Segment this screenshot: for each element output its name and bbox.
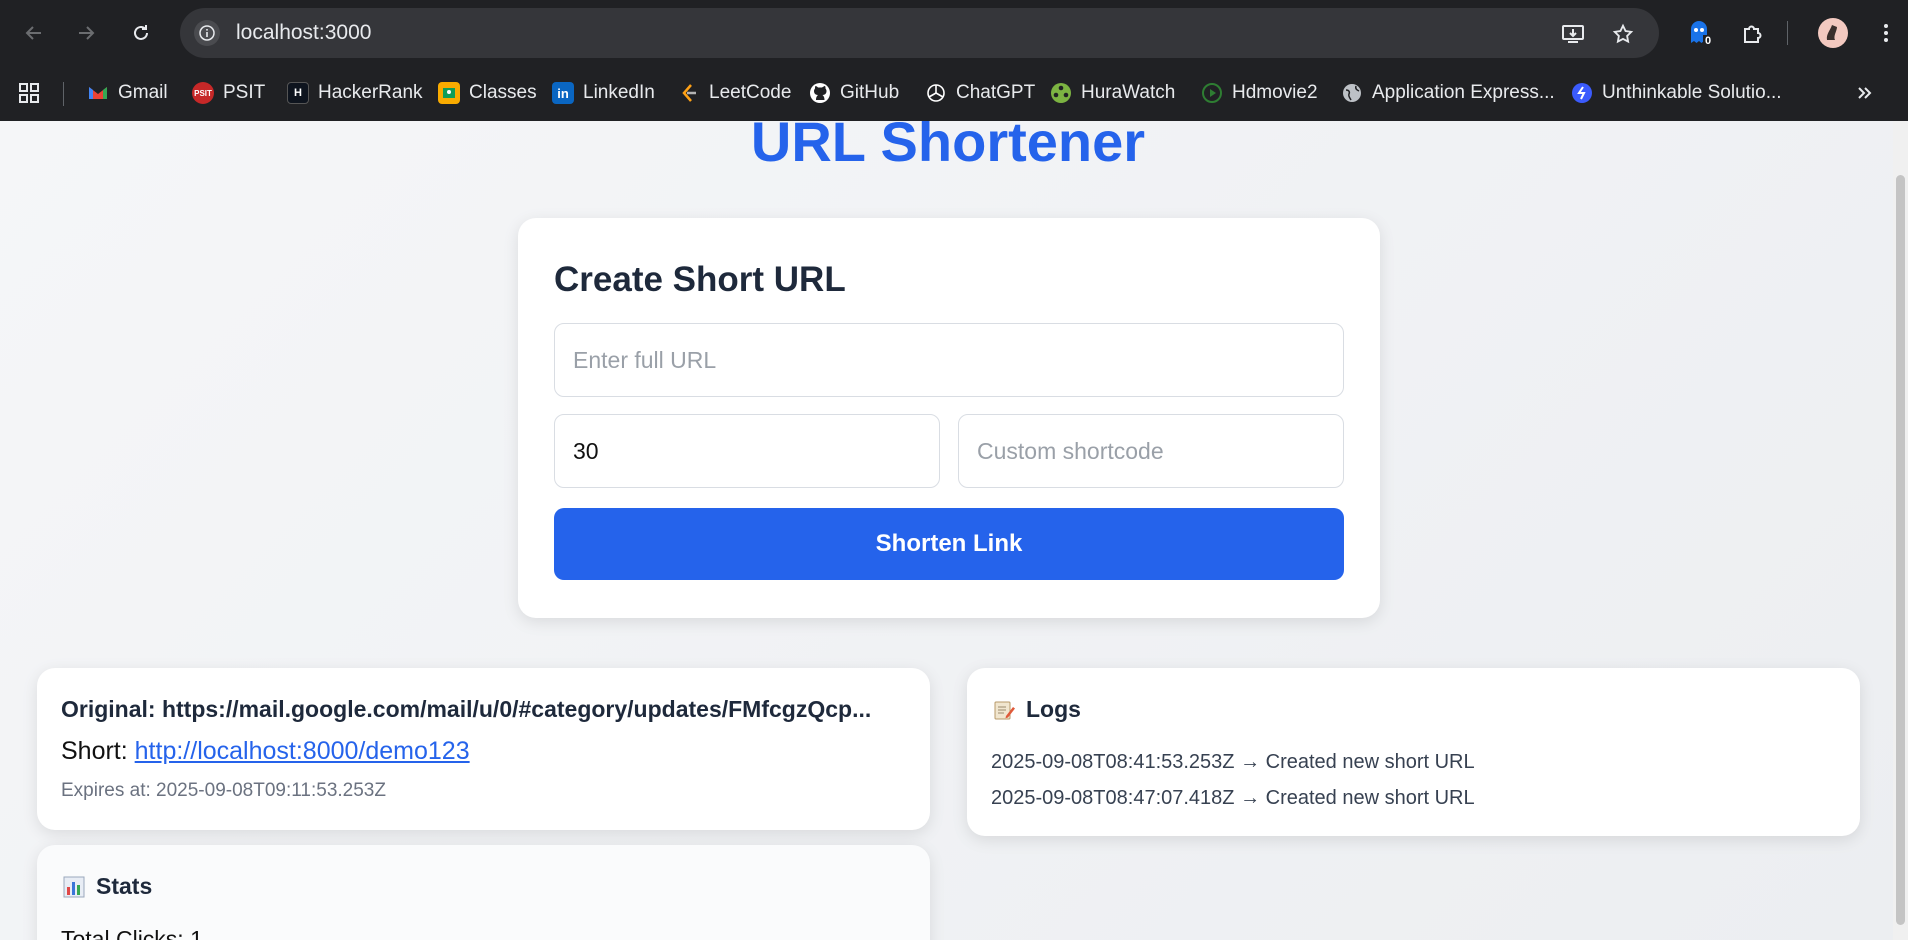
custom-shortcode-input[interactable] [958, 414, 1344, 488]
bookmarks-bar: Gmail PSIT PSIT H HackerRank Classes in … [0, 66, 1908, 121]
bookmark-chatgpt[interactable]: ChatGPT [925, 77, 1035, 109]
hurawatch-icon [1051, 83, 1071, 103]
apps-grid-icon[interactable] [17, 77, 41, 109]
validity-minutes-input[interactable] [554, 414, 940, 488]
log-entry: 2025-09-08T08:41:53.253Z → Created new s… [991, 751, 1475, 773]
hackerrank-icon: H [287, 82, 309, 104]
stats-heading: Stats [62, 873, 152, 900]
bookmark-hackerrank[interactable]: H HackerRank [287, 77, 423, 109]
bookmark-linkedin[interactable]: in LinkedIn [552, 77, 655, 109]
bookmarks-divider [63, 82, 64, 106]
scrollbar-thumb[interactable] [1896, 175, 1905, 925]
browser-menu-icon[interactable] [1870, 17, 1902, 49]
total-clicks-text: Total Clicks: 1 [61, 926, 203, 940]
linkedin-icon: in [552, 82, 574, 104]
chatgpt-icon [927, 84, 945, 102]
site-info-icon[interactable] [194, 20, 220, 46]
shorten-link-button[interactable]: Shorten Link [554, 508, 1344, 580]
log-entry: 2025-09-08T08:47:07.418Z → Created new s… [991, 787, 1475, 809]
globe-icon [1343, 84, 1361, 102]
profile-avatar[interactable] [1817, 17, 1849, 49]
stats-card: Stats Total Clicks: 1 [37, 845, 930, 940]
psit-icon: PSIT [192, 82, 214, 104]
bookmark-leetcode[interactable]: LeetCode [678, 77, 791, 109]
address-url[interactable]: localhost:3000 [236, 21, 371, 45]
extension-badge: 0 [1703, 35, 1714, 47]
extensions-puzzle-icon[interactable] [1737, 17, 1769, 49]
bar-chart-icon [63, 876, 85, 897]
short-url-link[interactable]: http://localhost:8000/demo123 [135, 737, 470, 765]
reload-button[interactable] [125, 17, 157, 49]
back-button[interactable] [18, 17, 50, 49]
forward-arrow-icon [79, 26, 95, 40]
create-short-url-card: Create Short URL Shorten Link [518, 218, 1380, 618]
install-app-icon[interactable] [1560, 21, 1586, 47]
bookmark-gmail[interactable]: Gmail [87, 77, 168, 109]
bookmark-star-icon[interactable] [1610, 21, 1636, 47]
forward-button[interactable] [70, 17, 102, 49]
back-arrow-icon [25, 26, 41, 40]
browser-toolbar: localhost:3000 0 [0, 0, 1908, 66]
page-viewport: URL Shortener Create Short URL Shorten L… [0, 121, 1908, 940]
page-title: URL Shortener [750, 121, 1146, 173]
toolbar-divider [1787, 21, 1788, 45]
full-url-input[interactable] [554, 323, 1344, 397]
leetcode-icon [682, 84, 696, 102]
create-card-heading: Create Short URL [554, 260, 846, 299]
unthinkable-icon [1572, 83, 1592, 103]
classes-icon [438, 82, 460, 104]
bookmark-hdmovie2[interactable]: Hdmovie2 [1201, 77, 1318, 109]
bookmark-github[interactable]: GitHub [809, 77, 899, 109]
stats-title: Stats [96, 873, 153, 899]
reload-icon [134, 25, 148, 40]
logs-card: Logs 2025-09-08T08:41:53.253Z → Created … [967, 668, 1860, 836]
github-icon [810, 83, 830, 103]
hdmovie2-icon [1202, 83, 1222, 103]
page-scrollbar[interactable] [1893, 121, 1908, 940]
address-bar[interactable]: localhost:3000 [180, 8, 1659, 58]
bookmark-hurawatch[interactable]: HuraWatch [1050, 77, 1175, 109]
short-label: Short: [61, 737, 128, 765]
bookmark-classes[interactable]: Classes [438, 77, 537, 109]
expires-at-text: Expires at: 2025-09-08T09:11:53.253Z [61, 780, 386, 801]
gmail-icon [89, 87, 107, 99]
memo-icon [994, 701, 1015, 719]
bookmark-unthinkable[interactable]: Unthinkable Solutio... [1571, 77, 1782, 109]
bookmark-psit[interactable]: PSIT PSIT [192, 77, 265, 109]
logs-heading: Logs [992, 696, 1081, 723]
logs-title: Logs [1026, 696, 1081, 722]
extension-ghost-icon[interactable]: 0 [1683, 17, 1715, 49]
short-url-row: Short: http://localhost:8000/demo123 [61, 737, 470, 766]
original-url-text: Original: https://mail.google.com/mail/u… [61, 696, 872, 722]
short-url-result-card: Original: https://mail.google.com/mail/u… [37, 668, 930, 830]
bookmarks-overflow-icon[interactable] [1856, 77, 1874, 109]
bookmark-application-express[interactable]: Application Express... [1341, 77, 1555, 109]
